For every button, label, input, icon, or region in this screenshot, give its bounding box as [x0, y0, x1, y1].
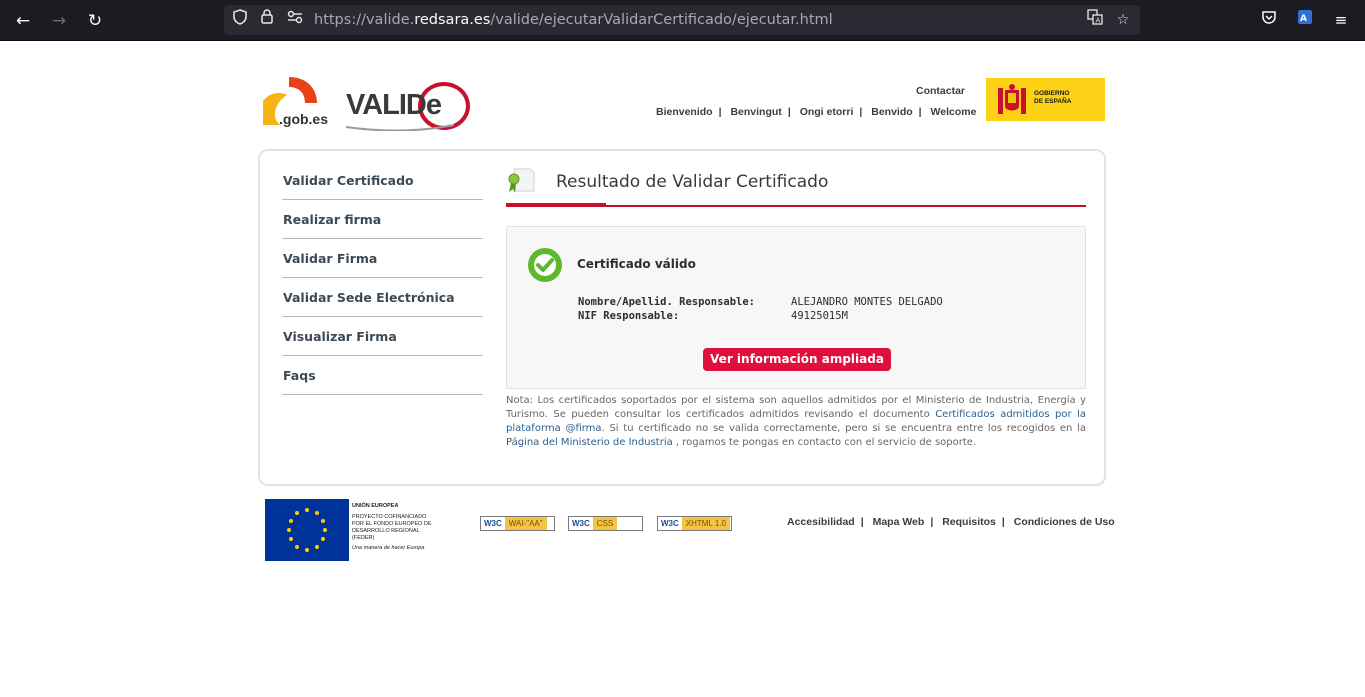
menu-hamburger-icon[interactable]: ≡ — [1329, 8, 1353, 32]
back-arrow-icon[interactable]: ← — [10, 8, 36, 34]
field-value-nif: 49125015M — [791, 310, 848, 322]
translate-extension-icon[interactable]: A — [1293, 8, 1317, 32]
valide-logo[interactable]: VALIDe — [344, 81, 472, 132]
content-area: Resultado de Validar Certificado Certifi… — [506, 163, 1086, 448]
validation-status: Certificado válido — [577, 257, 696, 271]
contact-link[interactable]: Contactar — [916, 85, 965, 97]
lang-link-gl[interactable]: Benvido — [871, 106, 912, 118]
lang-link-en[interactable]: Welcome — [931, 106, 977, 118]
svg-text:A: A — [1300, 14, 1307, 24]
lang-link-es[interactable]: Bienvenido — [656, 106, 713, 118]
w3c-css-badge[interactable]: W3C CSS — [568, 516, 643, 531]
page-title: Resultado de Validar Certificado — [556, 172, 829, 192]
reload-icon[interactable]: ↻ — [82, 8, 108, 34]
shield-icon[interactable] — [229, 9, 251, 31]
field-label-nif: NIF Responsable: — [578, 310, 680, 322]
title-row: Resultado de Validar Certificado — [506, 163, 1086, 209]
gob-logo-text: .gob.es — [279, 111, 329, 127]
footer-link-condiciones[interactable]: Condiciones de Uso — [1014, 516, 1115, 528]
valide-logo-text: VALIDe — [346, 89, 442, 121]
footer-link-requisitos[interactable]: Requisitos — [942, 516, 996, 528]
lang-link-ca[interactable]: Benvingut — [730, 106, 781, 118]
lang-link-eu[interactable]: Ongi etorri — [800, 106, 854, 118]
result-box: Certificado válido Nombre/Apellid. Respo… — [506, 226, 1086, 389]
footer-link-accesibilidad[interactable]: Accesibilidad — [787, 516, 855, 528]
browser-toolbar: ← → ↻ https://valide.redsara.es/valide/e… — [0, 0, 1365, 41]
eu-feder-text: UNIÓN EUROPEA PROYECTO COFINANCIADO POR … — [352, 503, 432, 551]
bookmark-star-icon[interactable]: ☆ — [1112, 9, 1134, 31]
permissions-icon[interactable] — [284, 9, 306, 31]
gob-es-logo[interactable]: .gob.es — [261, 75, 333, 131]
url-text[interactable]: https://valide.redsara.es/valide/ejecuta… — [314, 5, 833, 35]
footer-links: Accesibilidad | Mapa Web | Requisitos | Con… — [787, 516, 1115, 528]
sidebar-item-validar-sede[interactable]: Validar Sede Electrónica — [282, 278, 483, 317]
pocket-icon[interactable] — [1257, 8, 1281, 32]
sidebar-item-realizar-firma[interactable]: Realizar firma — [282, 200, 483, 239]
certificate-icon — [506, 167, 536, 195]
check-circle-icon — [527, 247, 563, 283]
field-value-nombre: ALEJANDRO MONTES DELGADO — [791, 296, 943, 308]
ver-informacion-ampliada-button[interactable]: Ver información ampliada — [703, 348, 891, 371]
translate-icon[interactable]: A — [1084, 9, 1106, 31]
address-bar[interactable]: https://valide.redsara.es/valide/ejecuta… — [224, 5, 1140, 35]
sidebar-item-visualizar-firma[interactable]: Visualizar Firma — [282, 317, 483, 356]
w3c-wai-aa-badge[interactable]: W3C WAI-"AA" — [480, 516, 555, 531]
ministerio-industria-link[interactable]: Página del Ministerio de Industria — [506, 437, 673, 448]
footer-link-mapa-web[interactable]: Mapa Web — [873, 516, 925, 528]
field-label-nombre: Nombre/Apellid. Responsable: — [578, 296, 756, 308]
main-panel: Validar Certificado Realizar firma Valid… — [258, 149, 1106, 486]
lock-icon[interactable] — [256, 9, 278, 31]
gobierno-text: GOBIERNO DE ESPAÑA — [1034, 90, 1072, 105]
sidebar-item-faqs[interactable]: Faqs — [282, 356, 483, 395]
note-text: Nota: Los certificados soportados por el… — [506, 395, 1087, 448]
sidebar-item-validar-certificado[interactable]: Validar Certificado — [282, 161, 483, 200]
svg-text:A: A — [1096, 17, 1101, 25]
sidebar-menu: Validar Certificado Realizar firma Valid… — [282, 161, 483, 395]
page: .gob.es VALIDe Contactar Bienvenido | Ben… — [0, 41, 1365, 697]
language-links: Bienvenido | Benvingut | Ongi etorri | Benv… — [656, 106, 977, 118]
gobierno-espana-logo[interactable]: GOBIERNO DE ESPAÑA — [986, 78, 1105, 121]
forward-arrow-icon[interactable]: → — [46, 8, 72, 34]
title-underline-accent — [506, 203, 606, 207]
eu-feder-logo: UNIÓN EUROPEA PROYECTO COFINANCIADO POR … — [265, 499, 445, 561]
w3c-xhtml-badge[interactable]: W3C XHTML 1.0 — [657, 516, 732, 531]
sidebar-item-validar-firma[interactable]: Validar Firma — [282, 239, 483, 278]
